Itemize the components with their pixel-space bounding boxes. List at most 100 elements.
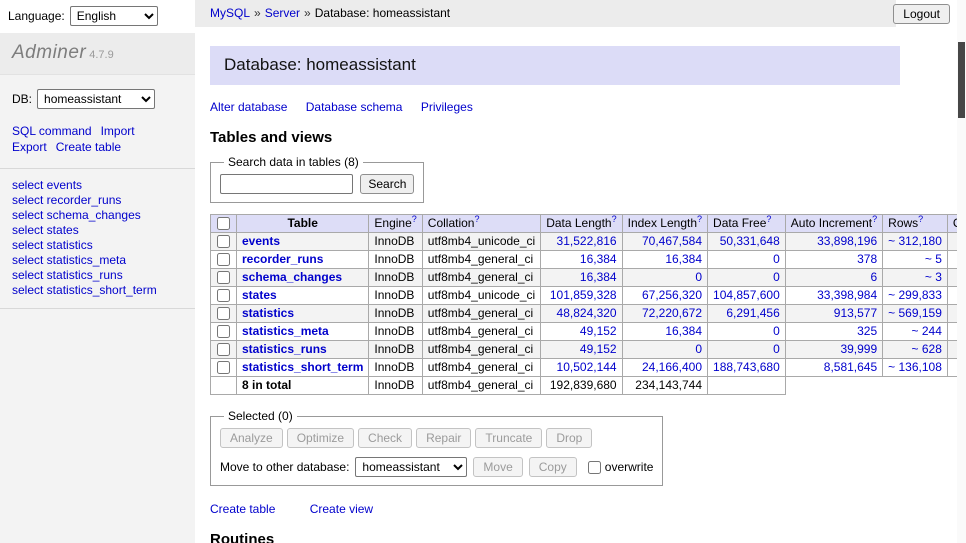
sidebar-link-select-statistics-short-term[interactable]: select statistics_short_term [12, 283, 183, 298]
database-schema-link[interactable]: Database schema [306, 100, 403, 114]
rows-help-link[interactable]: ? [918, 214, 923, 224]
index-length-link[interactable]: 24,166,400 [642, 360, 702, 374]
data-length-link[interactable]: 31,522,816 [557, 234, 617, 248]
scrollbar-thumb[interactable] [958, 42, 965, 118]
drop-button[interactable]: Drop [546, 428, 592, 448]
rows-count-link[interactable]: ~ 628 [912, 342, 942, 356]
table-name-link[interactable]: statistics_runs [242, 342, 327, 356]
data-length-link[interactable]: 49,152 [580, 324, 617, 338]
search-button[interactable]: Search [360, 174, 414, 194]
auto-increment-link[interactable]: 378 [857, 252, 877, 266]
index-length-link[interactable]: 0 [695, 270, 702, 284]
auto-increment-link[interactable]: 8,581,645 [824, 360, 877, 374]
move-database-select[interactable]: homeassistant [355, 457, 467, 477]
data-free-link[interactable]: 0 [773, 324, 780, 338]
engine-help-link[interactable]: ? [412, 214, 417, 224]
row-checkbox[interactable] [217, 343, 230, 356]
data-free-link[interactable]: 50,331,648 [720, 234, 780, 248]
auto-increment-link[interactable]: 6 [870, 270, 877, 284]
index-length-link[interactable]: 72,220,672 [642, 306, 702, 320]
truncate-button[interactable]: Truncate [475, 428, 542, 448]
data-length-help-link[interactable]: ? [612, 214, 617, 224]
row-checkbox[interactable] [217, 289, 230, 302]
table-name-link[interactable]: statistics [242, 306, 294, 320]
index-length-link[interactable]: 0 [695, 342, 702, 356]
rows-count-link[interactable]: ~ 5 [925, 252, 942, 266]
row-checkbox[interactable] [217, 271, 230, 284]
page-scrollbar[interactable] [957, 0, 966, 543]
sidebar-link-select-schema-changes[interactable]: select schema_changes [12, 208, 183, 223]
db-select[interactable]: homeassistant [37, 89, 155, 109]
table-name-link[interactable]: states [242, 288, 277, 302]
index-length-link[interactable]: 16,384 [665, 252, 702, 266]
data-length-link[interactable]: 10,502,144 [557, 360, 617, 374]
optimize-button[interactable]: Optimize [287, 428, 354, 448]
move-button[interactable]: Move [473, 457, 522, 477]
row-checkbox[interactable] [217, 307, 230, 320]
index-length-link[interactable]: 67,256,320 [642, 288, 702, 302]
data-length-link[interactable]: 16,384 [580, 252, 617, 266]
rows-count-link[interactable]: ~ 299,833 [888, 288, 942, 302]
sidebar-link-select-events[interactable]: select events [12, 178, 183, 193]
row-checkbox[interactable] [217, 361, 230, 374]
data-free-link[interactable]: 104,857,600 [713, 288, 780, 302]
data-length-link[interactable]: 49,152 [580, 342, 617, 356]
privileges-link[interactable]: Privileges [421, 100, 473, 114]
select-all-checkbox[interactable] [217, 217, 230, 230]
index-length-link[interactable]: 16,384 [665, 324, 702, 338]
rows-count-link[interactable]: ~ 3 [925, 270, 942, 284]
search-input[interactable] [220, 174, 353, 194]
create-table-link[interactable]: Create table [56, 139, 121, 155]
rows-count-link[interactable]: ~ 569,159 [888, 306, 942, 320]
sidebar-link-select-statistics[interactable]: select statistics [12, 238, 183, 253]
rows-count-link[interactable]: ~ 312,180 [888, 234, 942, 248]
logout-button[interactable]: Logout [893, 4, 950, 24]
repair-button[interactable]: Repair [416, 428, 471, 448]
data-length-link[interactable]: 48,824,320 [557, 306, 617, 320]
sql-command-link[interactable]: SQL command [12, 123, 92, 139]
check-button[interactable]: Check [358, 428, 412, 448]
sidebar-link-select-recorder-runs[interactable]: select recorder_runs [12, 193, 183, 208]
sidebar-link-select-states[interactable]: select states [12, 223, 183, 238]
auto-increment-link[interactable]: 913,577 [834, 306, 877, 320]
auto-increment-link[interactable]: 39,999 [840, 342, 877, 356]
sidebar-link-select-statistics-runs[interactable]: select statistics_runs [12, 268, 183, 283]
breadcrumb-server-link[interactable]: Server [265, 6, 300, 20]
auto-increment-link[interactable]: 33,898,196 [817, 234, 877, 248]
language-select[interactable]: English [70, 6, 158, 26]
auto-increment-link[interactable]: 33,398,984 [817, 288, 877, 302]
table-name-link[interactable]: schema_changes [242, 270, 342, 284]
table-name-link[interactable]: recorder_runs [242, 252, 323, 266]
data-free-link[interactable]: 6,291,456 [726, 306, 779, 320]
collation-help-link[interactable]: ? [474, 214, 479, 224]
auto-increment-link[interactable]: 325 [857, 324, 877, 338]
row-checkbox[interactable] [217, 235, 230, 248]
table-name-link[interactable]: events [242, 234, 280, 248]
export-link[interactable]: Export [12, 139, 47, 155]
index-length-link[interactable]: 70,467,584 [642, 234, 702, 248]
row-checkbox[interactable] [217, 325, 230, 338]
data-free-link[interactable]: 0 [773, 270, 780, 284]
index-length-help-link[interactable]: ? [697, 214, 702, 224]
table-name-link[interactable]: statistics_meta [242, 324, 329, 338]
data-free-link[interactable]: 188,743,680 [713, 360, 780, 374]
breadcrumb-mysql-link[interactable]: MySQL [210, 6, 250, 20]
data-length-link[interactable]: 16,384 [580, 270, 617, 284]
data-free-link[interactable]: 0 [773, 342, 780, 356]
analyze-button[interactable]: Analyze [220, 428, 283, 448]
create-view-link[interactable]: Create view [310, 502, 373, 516]
data-free-link[interactable]: 0 [773, 252, 780, 266]
row-checkbox[interactable] [217, 253, 230, 266]
table-name-link[interactable]: statistics_short_term [242, 360, 363, 374]
overwrite-checkbox[interactable] [588, 461, 601, 474]
rows-count-link[interactable]: ~ 136,108 [888, 360, 942, 374]
data-free-help-link[interactable]: ? [766, 214, 771, 224]
rows-count-link[interactable]: ~ 244 [912, 324, 942, 338]
data-length-link[interactable]: 101,859,328 [550, 288, 617, 302]
sidebar-link-select-statistics-meta[interactable]: select statistics_meta [12, 253, 183, 268]
copy-button[interactable]: Copy [529, 457, 577, 477]
create-table-link-bottom[interactable]: Create table [210, 502, 275, 516]
alter-database-link[interactable]: Alter database [210, 100, 287, 114]
auto-increment-help-link[interactable]: ? [872, 214, 877, 224]
import-link[interactable]: Import [101, 123, 135, 139]
